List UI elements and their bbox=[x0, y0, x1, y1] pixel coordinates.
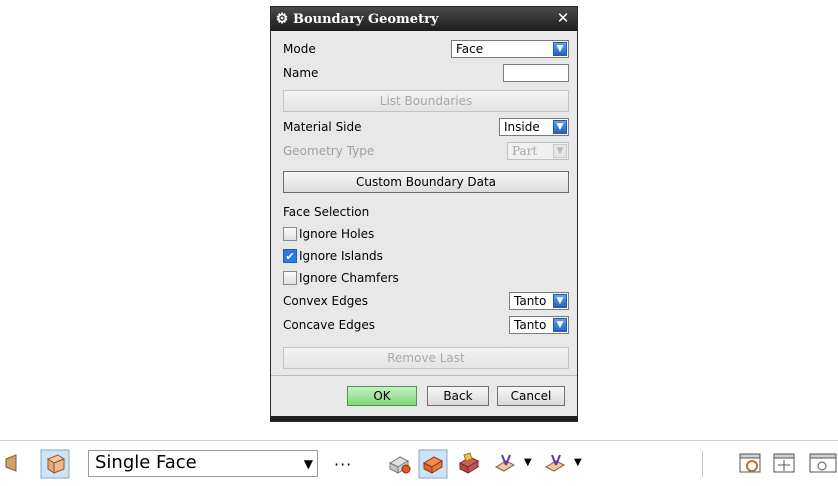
ignore-chamfers-row[interactable]: Ignore Chamfers bbox=[283, 268, 569, 288]
close-icon[interactable]: ✕ bbox=[552, 9, 574, 29]
chevron-down-icon[interactable]: ▼ bbox=[553, 318, 567, 332]
face-selection-row: Face Selection bbox=[283, 202, 569, 222]
selection-toolbar: Single Face ▼ ··· ▼ ▼ bbox=[0, 440, 838, 485]
back-button[interactable]: Back bbox=[427, 386, 489, 406]
material-side-select[interactable]: Inside ▼ bbox=[499, 118, 569, 136]
chevron-down-icon: ▼ bbox=[553, 144, 567, 158]
convex-edges-value: Tanto bbox=[514, 294, 547, 308]
selection-filter-value: Single Face bbox=[95, 452, 197, 473]
geometry-type-row: Geometry Type Part ▼ bbox=[283, 141, 569, 161]
ignore-chamfers-label: Ignore Chamfers bbox=[299, 271, 399, 285]
material-side-row: Material Side Inside ▼ bbox=[283, 117, 569, 137]
chevron-down-icon[interactable]: ▼ bbox=[524, 457, 532, 468]
ignore-holes-checkbox[interactable] bbox=[283, 227, 297, 241]
remove-last-button: Remove Last bbox=[283, 347, 569, 369]
selection-filter-dropdown[interactable]: Single Face ▼ bbox=[88, 450, 318, 477]
chevron-down-icon[interactable]: ▼ bbox=[553, 120, 567, 134]
dialog-titlebar: ⚙ Boundary Geometry ✕ bbox=[271, 7, 577, 31]
ignore-holes-row[interactable]: Ignore Holes bbox=[283, 224, 569, 244]
boundary-geometry-dialog: ⚙ Boundary Geometry ✕ Mode Face ▼ Name L… bbox=[270, 6, 578, 422]
mode-row: Mode Face ▼ bbox=[283, 39, 569, 59]
ok-button[interactable]: OK bbox=[347, 386, 417, 406]
ignore-islands-label: Ignore Islands bbox=[299, 249, 383, 263]
custom-boundary-data-button[interactable]: Custom Boundary Data bbox=[283, 171, 569, 193]
concave-edges-value: Tanto bbox=[514, 318, 547, 332]
face-filter-icon[interactable] bbox=[40, 449, 70, 479]
concave-edges-row: Concave Edges Tanto ▼ bbox=[283, 315, 569, 335]
face-selection-label: Face Selection bbox=[283, 205, 370, 219]
material-side-value: Inside bbox=[504, 120, 540, 134]
mode-value: Face bbox=[456, 42, 484, 56]
toolbar-separator bbox=[702, 451, 703, 477]
chevron-down-icon[interactable]: ▼ bbox=[553, 42, 567, 56]
geometry-type-select: Part ▼ bbox=[507, 142, 569, 160]
geometry-type-value: Part bbox=[512, 144, 538, 158]
ignore-islands-checkbox[interactable]: ✔ bbox=[283, 249, 297, 263]
chevron-down-icon[interactable]: ▼ bbox=[553, 294, 567, 308]
ignore-islands-row[interactable]: ✔ Ignore Islands bbox=[283, 246, 569, 266]
region-faces-icon[interactable] bbox=[456, 451, 482, 477]
divider bbox=[271, 375, 577, 376]
partial-tool-icon[interactable] bbox=[4, 451, 18, 477]
face-and-adjacent-icon[interactable] bbox=[492, 451, 518, 477]
cancel-button[interactable]: Cancel bbox=[497, 386, 565, 406]
tangent-faces-icon[interactable] bbox=[542, 451, 568, 477]
dialog-title: Boundary Geometry bbox=[293, 11, 439, 27]
chevron-down-icon[interactable]: ▼ bbox=[304, 457, 313, 471]
gear-icon: ⚙ bbox=[275, 11, 289, 27]
rotate-view-icon[interactable] bbox=[808, 451, 838, 477]
more-options-icon[interactable]: ··· bbox=[334, 455, 352, 474]
solid-body-icon[interactable] bbox=[386, 451, 412, 477]
convex-edges-row: Convex Edges Tanto ▼ bbox=[283, 291, 569, 311]
name-input[interactable] bbox=[503, 64, 569, 82]
convex-edges-select[interactable]: Tanto ▼ bbox=[509, 292, 569, 310]
dialog-bottom-bar bbox=[271, 416, 577, 421]
pan-view-icon[interactable] bbox=[772, 451, 798, 477]
list-boundaries-button: List Boundaries bbox=[283, 90, 569, 112]
zoom-window-icon[interactable] bbox=[738, 451, 764, 477]
chevron-down-icon[interactable]: ▼ bbox=[574, 457, 582, 468]
ignore-holes-label: Ignore Holes bbox=[299, 227, 375, 241]
ignore-chamfers-checkbox[interactable] bbox=[283, 271, 297, 285]
name-row: Name bbox=[283, 63, 569, 83]
mode-select[interactable]: Face ▼ bbox=[451, 40, 569, 58]
concave-edges-select[interactable]: Tanto ▼ bbox=[509, 316, 569, 334]
feature-faces-icon[interactable] bbox=[418, 449, 448, 479]
